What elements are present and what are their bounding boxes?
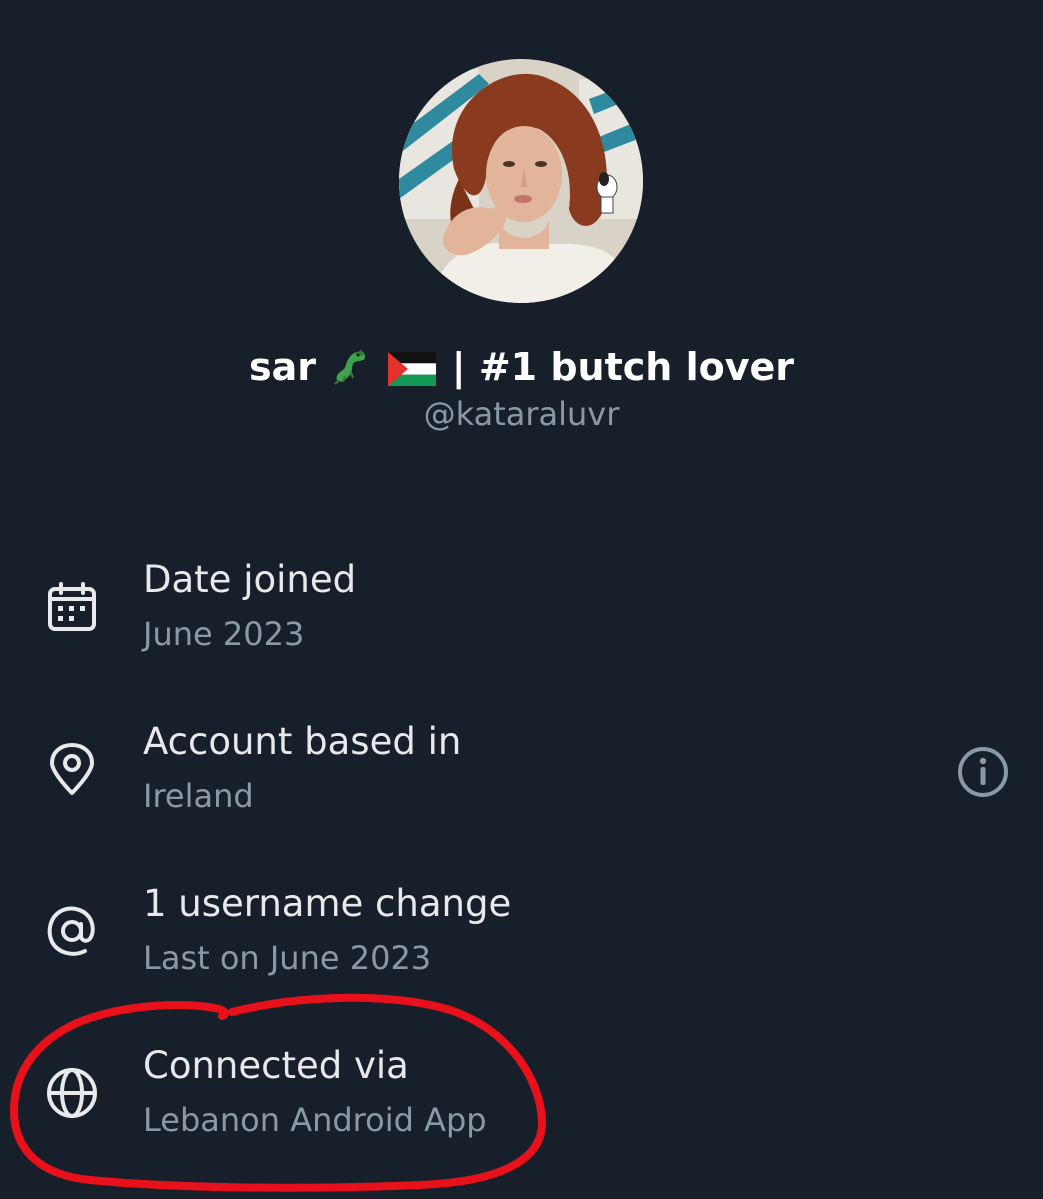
date-joined-value: June 2023 bbox=[143, 615, 305, 653]
info-row-date-joined: Date joined June 2023 bbox=[0, 557, 1043, 687]
globe-icon bbox=[44, 1065, 100, 1121]
display-name-prefix: sar bbox=[249, 345, 317, 389]
username-change-value: Last on June 2023 bbox=[143, 939, 432, 977]
profile-about-screen: sar | #1 butch lover @kataraluvr Date jo… bbox=[0, 0, 1043, 1199]
username-change-label: 1 username change bbox=[143, 882, 512, 925]
display-name-suffix: | #1 butch lover bbox=[451, 345, 794, 389]
avatar[interactable] bbox=[399, 59, 643, 303]
info-icon[interactable] bbox=[955, 744, 1011, 800]
username-handle: @kataraluvr bbox=[423, 395, 620, 433]
connected-via-value: Lebanon Android App bbox=[143, 1101, 487, 1139]
location-pin-icon bbox=[44, 741, 100, 797]
calendar-icon bbox=[44, 579, 100, 635]
account-based-in-label: Account based in bbox=[143, 720, 462, 763]
info-row-username-change: 1 username change Last on June 2023 bbox=[0, 881, 1043, 1011]
info-row-connected-via: Connected via Lebanon Android App bbox=[0, 1043, 1043, 1173]
connected-via-label: Connected via bbox=[143, 1044, 409, 1087]
date-joined-label: Date joined bbox=[143, 558, 357, 601]
crocodile-icon bbox=[331, 346, 371, 397]
palestine-flag-icon bbox=[388, 349, 437, 397]
account-based-in-value: Ireland bbox=[143, 777, 254, 815]
info-row-account-based-in: Account based in Ireland bbox=[0, 719, 1043, 849]
at-sign-icon bbox=[44, 903, 100, 959]
display-name: sar | #1 butch lover bbox=[0, 343, 1043, 397]
